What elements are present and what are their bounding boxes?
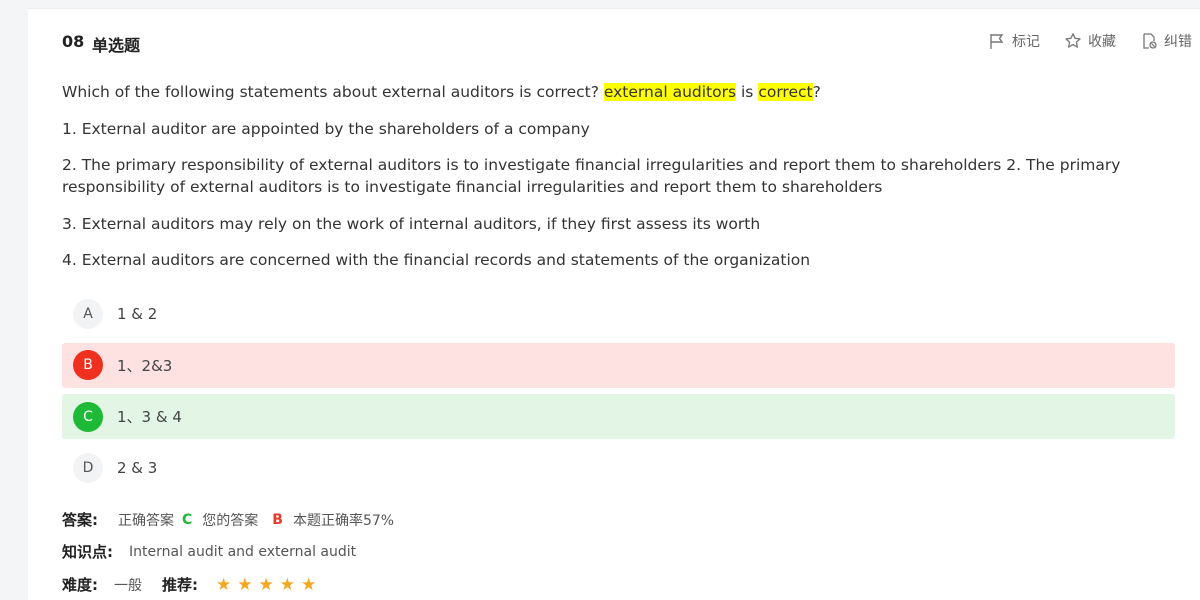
star-icon: ★ bbox=[216, 574, 232, 595]
statement-4: 4. External auditors are concerned with … bbox=[62, 251, 811, 269]
knowledge-label: 知识点: bbox=[62, 543, 113, 561]
statement-3: 3. External auditors may rely on the wor… bbox=[62, 214, 761, 233]
answer-label: 答案: bbox=[62, 511, 98, 529]
flag-icon bbox=[990, 34, 1004, 49]
answer-options: A 1 & 2 B 1、2&3 C 1、3 & 4 D 2 & 3 bbox=[62, 291, 1175, 497]
prompt-text: Which of the following statements about … bbox=[62, 83, 604, 101]
statement-2: 2. The primary responsibility of externa… bbox=[62, 156, 1121, 196]
star-outline-icon bbox=[1065, 33, 1081, 48]
question-card: 08 单选题 标记 收藏 纠错 Which of the following s… bbox=[28, 8, 1200, 600]
option-a[interactable]: A 1 & 2 bbox=[62, 291, 1175, 336]
question-number: 08 bbox=[62, 32, 85, 51]
question-prompt: Which of the following statements about … bbox=[62, 81, 1172, 103]
knowledge-point: 知识点: Internal audit and external audit bbox=[62, 541, 356, 562]
report-error-label: 纠错 bbox=[1164, 34, 1192, 50]
knowledge-value: Internal audit and external audit bbox=[129, 543, 357, 560]
star-icon: ★ bbox=[258, 574, 274, 595]
highlight-term: external auditors bbox=[603, 83, 737, 101]
prompt-text: is bbox=[736, 83, 759, 101]
favorite-label: 收藏 bbox=[1088, 34, 1116, 50]
answer-summary: 答案: 正确答案 C 您的答案 B 本题正确率57% bbox=[62, 509, 394, 530]
your-answer-value: B bbox=[272, 511, 283, 528]
star-icon: ★ bbox=[301, 574, 317, 595]
recommend-stars: ★ ★ ★ ★ ★ bbox=[216, 575, 322, 595]
report-error-icon bbox=[1143, 33, 1157, 49]
question-actions: 标记 收藏 纠错 bbox=[964, 31, 1192, 51]
question-stem: Which of the following statements about … bbox=[62, 81, 1172, 286]
correct-rate: 本题正确率57% bbox=[292, 512, 395, 529]
correct-answer-value: C bbox=[182, 511, 193, 528]
correct-answer-label: 正确答案 bbox=[118, 512, 174, 529]
question-header: 08 单选题 标记 收藏 纠错 bbox=[62, 31, 1192, 55]
difficulty-row: 难度: 一般 推荐: ★ ★ ★ ★ ★ bbox=[62, 574, 322, 595]
question-type: 单选题 bbox=[92, 36, 141, 55]
option-b[interactable]: B 1、2&3 bbox=[62, 342, 1175, 388]
option-letter: A bbox=[73, 298, 103, 329]
option-text: 1、3 & 4 bbox=[117, 408, 182, 426]
report-error-button[interactable]: 纠错 bbox=[1140, 31, 1192, 51]
option-d[interactable]: D 2 & 3 bbox=[62, 446, 1175, 491]
option-text: 1、2&3 bbox=[117, 356, 173, 375]
recommend-label: 推荐: bbox=[162, 576, 198, 594]
option-c[interactable]: C 1、3 & 4 bbox=[62, 394, 1175, 439]
option-letter: B bbox=[73, 350, 103, 380]
option-text: 1 & 2 bbox=[117, 304, 158, 323]
mark-button[interactable]: 标记 bbox=[988, 31, 1040, 51]
prompt-text: ? bbox=[812, 83, 821, 101]
option-text: 2 & 3 bbox=[117, 459, 158, 477]
mark-label: 标记 bbox=[1012, 34, 1040, 50]
option-letter: D bbox=[73, 453, 103, 483]
option-letter: C bbox=[73, 401, 103, 432]
highlight-term: correct bbox=[758, 83, 813, 101]
favorite-button[interactable]: 收藏 bbox=[1064, 31, 1116, 51]
statement-1: 1. External auditor are appointed by the… bbox=[62, 119, 590, 138]
star-icon: ★ bbox=[279, 574, 295, 595]
difficulty-label: 难度: bbox=[62, 576, 98, 594]
your-answer-label: 您的答案 bbox=[202, 512, 259, 529]
star-icon: ★ bbox=[237, 574, 253, 595]
difficulty-value: 一般 bbox=[114, 577, 142, 594]
